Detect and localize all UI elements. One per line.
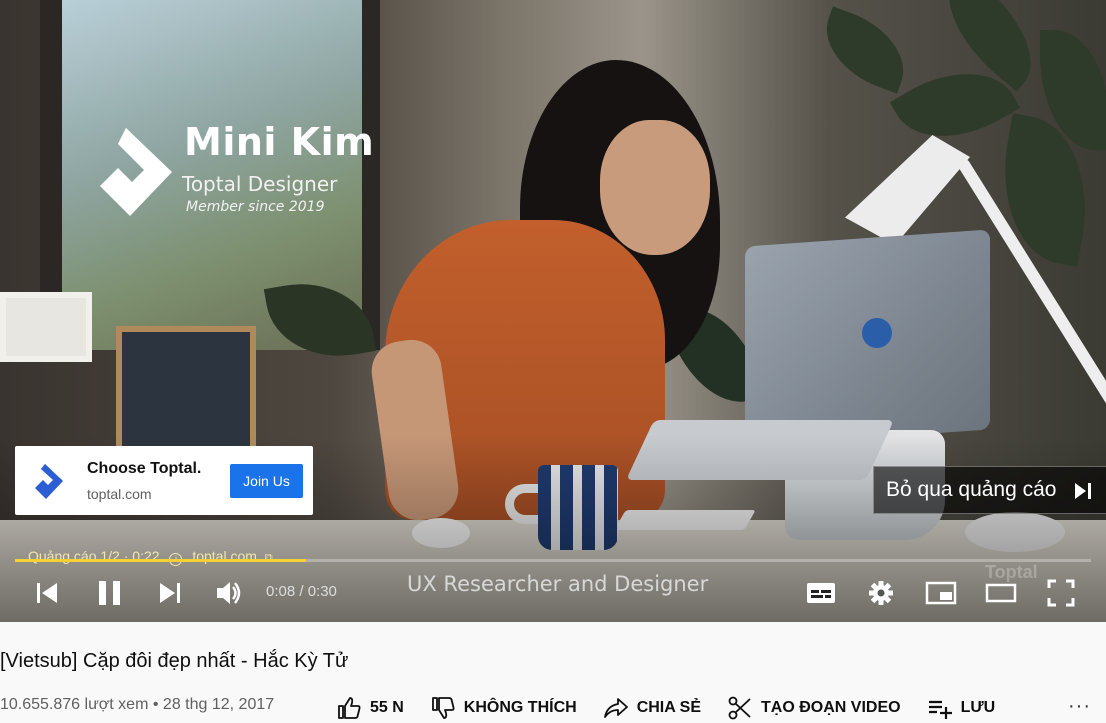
ad-title[interactable]: Choose Toptal.: [87, 460, 201, 478]
brand-member-since: Member since 2019: [186, 199, 325, 215]
miniplayer-icon: [925, 581, 957, 605]
progress-bar[interactable]: [15, 559, 1091, 562]
pause-icon: [99, 581, 120, 605]
video-title: [Vietsub] Cặp đôi đẹp nhất - Hắc Kỳ Tử: [0, 650, 349, 672]
progress-fill: [15, 559, 306, 562]
video-frame: [0, 0, 1106, 622]
skip-ad-button[interactable]: Bỏ qua quảng cáo: [873, 466, 1106, 514]
ad-info: Quảng cáo 1/2 · 0:22 i toptal.com ⧉: [28, 548, 275, 566]
clip-label: TẠO ĐOẠN VIDEO: [761, 699, 901, 716]
subtitles-button[interactable]: [806, 576, 836, 610]
more-actions-button[interactable]: ···: [1068, 696, 1092, 717]
theater-mode-button[interactable]: [985, 576, 1017, 610]
dislike-button[interactable]: KHÔNG THÍCH: [430, 695, 577, 721]
save-label: LƯU: [960, 699, 996, 716]
video-meta: 10.655.876 lượt xem • 28 thg 12, 2017: [0, 696, 274, 714]
video-player[interactable]: Mini Kim Toptal Designer Member since 20…: [0, 0, 1106, 622]
fullscreen-button[interactable]: [1047, 576, 1075, 610]
next-button[interactable]: [158, 576, 182, 610]
like-button[interactable]: 55 N: [336, 695, 404, 721]
gear-icon: [869, 581, 893, 605]
brand-name: Mini Kim: [184, 120, 375, 164]
scissors-icon: [728, 696, 751, 720]
video-actions: 55 N KHÔNG THÍCH CHIA SẺ TẠO ĐOẠN VIDEO …: [336, 693, 1021, 723]
previous-button[interactable]: [35, 576, 59, 610]
share-button[interactable]: CHIA SẺ: [603, 695, 701, 721]
dislike-label: KHÔNG THÍCH: [463, 699, 577, 716]
previous-icon: [37, 583, 57, 603]
external-link-icon[interactable]: ⧉: [265, 552, 273, 564]
toptal-logo-icon: [100, 128, 172, 216]
toptal-logo-icon: [21, 452, 79, 510]
fullscreen-icon: [1047, 579, 1075, 607]
settings-button[interactable]: [867, 576, 895, 610]
ad-domain[interactable]: toptal.com: [87, 486, 152, 502]
save-button[interactable]: LƯU: [927, 695, 996, 721]
skip-next-icon: [1075, 483, 1091, 499]
clip-button[interactable]: TẠO ĐOẠN VIDEO: [727, 695, 901, 721]
miniplayer-button[interactable]: [925, 576, 957, 610]
skip-ad-label: Bỏ qua quảng cáo: [886, 478, 1057, 501]
ad-card[interactable]: Choose Toptal. toptal.com Join Us: [15, 446, 313, 515]
join-us-button[interactable]: Join Us: [230, 464, 303, 498]
brand-role: Toptal Designer: [182, 172, 338, 196]
share-label: CHIA SẺ: [636, 699, 701, 716]
view-count: 10.655.876 lượt xem: [0, 696, 149, 713]
time-display: 0:08 / 0:30: [266, 583, 337, 600]
share-icon: [603, 698, 628, 718]
thumbs-up-icon: [338, 697, 361, 719]
pause-button[interactable]: [97, 576, 123, 610]
like-count: 55 N: [370, 699, 404, 716]
thumbs-down-icon: [431, 697, 455, 719]
volume-icon: [217, 582, 241, 604]
volume-button[interactable]: [215, 576, 243, 610]
next-icon: [160, 583, 180, 603]
playlist-add-icon: [928, 700, 952, 719]
meta-separator: •: [152, 696, 159, 713]
subtitles-icon: [807, 583, 835, 603]
theater-mode-icon: [985, 583, 1017, 603]
video-caption: UX Researcher and Designer: [407, 572, 709, 596]
upload-date: 28 thg 12, 2017: [162, 696, 275, 713]
